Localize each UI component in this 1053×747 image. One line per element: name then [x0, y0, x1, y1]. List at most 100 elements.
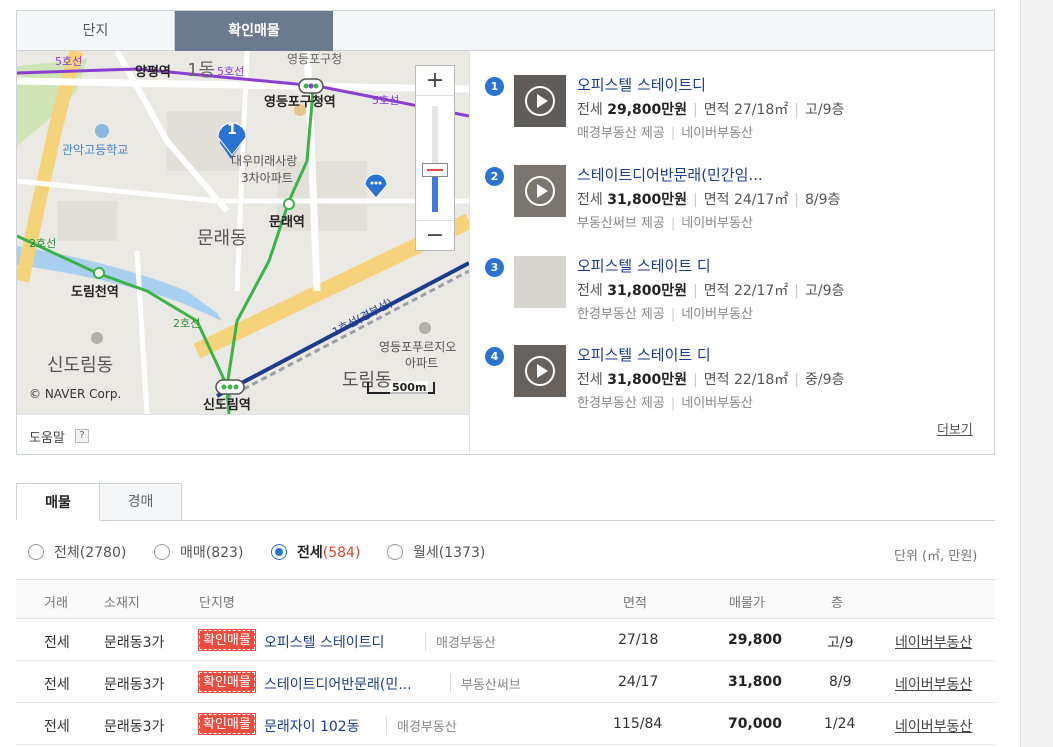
- more-link[interactable]: 더보기: [937, 419, 973, 438]
- listing-price: 31,800만원: [607, 192, 688, 208]
- zoom-track[interactable]: [432, 106, 438, 212]
- cell-complex-name[interactable]: 스테이트디어반문래(민...: [264, 674, 412, 694]
- page-scrollbar[interactable]: [1020, 0, 1053, 747]
- cell-area: 24/17: [618, 674, 659, 690]
- listing-item[interactable]: 3 오피스텔 스테이트 디 전세 31,800만원 | 면적 22/17㎡ | 고/9층…: [485, 256, 985, 336]
- map-help-row: 도움말 ?: [17, 414, 469, 454]
- filter-label-monthly[interactable]: 월세(1373): [413, 542, 485, 562]
- map-label-sindorim-station: 신도림역: [203, 397, 251, 413]
- listing-title[interactable]: 오피스텔 스테이트 디: [577, 255, 711, 276]
- listing-source: 한경부동산 제공 | 네이버부동산: [577, 396, 754, 411]
- listing-title[interactable]: 오피스텔 스테이트 디: [577, 344, 711, 365]
- listing-number-badge: 1: [485, 77, 504, 96]
- listing-number-badge: 3: [485, 258, 504, 277]
- zoom-out-button[interactable]: −: [416, 220, 454, 250]
- cell-price: 31,800: [728, 674, 783, 690]
- listing-floor: 중/9층: [805, 372, 845, 388]
- listing-source: 매경부동산 제공 | 네이버부동산: [577, 126, 754, 141]
- header-deal: 거래: [44, 596, 68, 611]
- cell-platform-link[interactable]: 네이버부동산: [895, 632, 972, 652]
- apartment-map-icon-2: [419, 322, 431, 334]
- listing-deal-type: 전세: [577, 283, 603, 299]
- filter-label-sale[interactable]: 매매(823): [180, 542, 243, 562]
- header-floor: 층: [831, 596, 843, 611]
- cell-platform-link[interactable]: 네이버부동산: [895, 716, 972, 736]
- header-location: 소재지: [104, 596, 140, 611]
- zoom-slider-handle[interactable]: [422, 163, 448, 177]
- table-row[interactable]: 전세 문래동3가 확인매물 오피스텔 스테이트디 매경부동산 27/18 29,…: [16, 620, 995, 661]
- listing-number-badge: 2: [485, 167, 504, 186]
- cell-deal: 전세: [44, 719, 70, 735]
- zoom-in-button[interactable]: +: [416, 66, 454, 96]
- map-view[interactable]: 1 양평역 1동 영등포구청역 영등포구청 관악고등학교 대우미래사랑 3차아파…: [17, 51, 469, 414]
- table-row[interactable]: 전세 문래동3가 확인매물 스테이트디어반문래(민... 부동산써브 24/17…: [16, 662, 995, 703]
- cell-agent: 매경부동산: [386, 716, 457, 735]
- listing-provider: 매경부동산 제공: [577, 126, 665, 141]
- map-label-prugio-line1: 영등포푸르지오: [379, 340, 456, 354]
- radio-monthly[interactable]: [387, 544, 403, 560]
- listing-item[interactable]: 2 스테이트디어반문래(민간임... 전세 31,800만원 | 면적 24/17㎡…: [485, 165, 985, 245]
- help-question-icon[interactable]: ?: [75, 429, 89, 443]
- listing-video-thumbnail[interactable]: [514, 345, 566, 397]
- radio-jeonse[interactable]: [271, 544, 287, 560]
- map-label-gucheong: 영등포구청: [287, 52, 342, 66]
- listing-floor: 고/9층: [805, 102, 845, 118]
- cell-area: 115/84: [613, 716, 663, 732]
- play-icon: [525, 176, 555, 206]
- cell-deal: 전세: [44, 635, 70, 651]
- listing-provider: 부동산써브 제공: [577, 216, 665, 231]
- listing-price: 31,800만원: [607, 283, 688, 299]
- tab-listings[interactable]: 매물: [16, 483, 100, 521]
- map-label-sindorim-dong: 신도림동: [47, 355, 113, 376]
- cell-platform-link[interactable]: 네이버부동산: [895, 674, 972, 694]
- map-label-school: 관악고등학교: [62, 143, 128, 157]
- tab-complex[interactable]: 단지: [17, 11, 175, 51]
- listing-floor: 고/9층: [805, 283, 845, 299]
- radio-sale[interactable]: [154, 544, 170, 560]
- listing-platform: 네이버부동산: [681, 126, 754, 141]
- map-label-line5-b: 5호선: [217, 65, 244, 78]
- map-label-gucheong-station: 영등포구청역: [264, 94, 336, 110]
- map-label-apt-line1: 대우미래사랑: [231, 154, 297, 168]
- listing-deal-type: 전세: [577, 372, 603, 388]
- listing-video-thumbnail[interactable]: [514, 75, 566, 127]
- listing-type-tabs: 매물 경매: [16, 483, 995, 521]
- panel-divider: [469, 51, 470, 454]
- listing-video-thumbnail[interactable]: [514, 165, 566, 217]
- listing-item[interactable]: 4 오피스텔 스테이트 디 전세 31,800만원 | 면적 22/18㎡ | 중/9층…: [485, 345, 985, 425]
- map-canvas[interactable]: 1 양평역 1동 영등포구청역 영등포구청 관악고등학교 대우미래사랑 3차아파…: [17, 51, 469, 414]
- listing-platform: 네이버부동산: [681, 216, 754, 231]
- map-label-mullae-station: 문래역: [269, 214, 305, 230]
- table-row[interactable]: 전세 문래동3가 확인매물 문래자이 102동 매경부동산 115/84 70,…: [16, 704, 995, 745]
- tab-auction[interactable]: 경매: [100, 483, 182, 520]
- listing-title[interactable]: 스테이트디어반문래(민간임...: [577, 164, 763, 185]
- listing-area: 면적 27/18㎡: [703, 102, 789, 118]
- cell-complex-name[interactable]: 문래자이 102동: [264, 716, 360, 736]
- tab-confirmed-listings[interactable]: 확인매물: [175, 11, 333, 51]
- cell-location: 문래동3가: [104, 719, 165, 735]
- listing-number-badge: 4: [485, 347, 504, 366]
- verified-badge: 확인매물: [198, 671, 256, 693]
- map-label-district: 1동: [187, 60, 215, 81]
- cell-price: 70,000: [728, 716, 783, 732]
- listing-source: 한경부동산 제공 | 네이버부동산: [577, 307, 754, 322]
- building-map-icon: [91, 332, 103, 344]
- listing-info: 전세 29,800만원 | 면적 27/18㎡ | 고/9층: [577, 102, 845, 118]
- listing-platform: 네이버부동산: [681, 307, 754, 322]
- listing-price: 31,800만원: [607, 372, 688, 388]
- cell-complex-name[interactable]: 오피스텔 스테이트디: [264, 632, 384, 652]
- listing-provider: 한경부동산 제공: [577, 307, 665, 322]
- verified-badge: 확인매물: [198, 629, 256, 651]
- cell-deal: 전세: [44, 677, 70, 693]
- filter-label-jeonse[interactable]: 전세(584): [297, 542, 360, 562]
- listing-info: 전세 31,800만원 | 면적 22/17㎡ | 고/9층: [577, 283, 845, 299]
- map-help-link[interactable]: 도움말: [29, 427, 65, 446]
- listing-title[interactable]: 오피스텔 스테이트디: [577, 74, 706, 95]
- listing-area: 면적 22/18㎡: [703, 372, 789, 388]
- filter-label-all[interactable]: 전체(2780): [54, 542, 126, 562]
- play-icon: [525, 86, 555, 116]
- listing-photo-thumbnail[interactable]: [514, 256, 566, 308]
- listing-deal-type: 전세: [577, 102, 603, 118]
- radio-all[interactable]: [28, 544, 44, 560]
- listing-item[interactable]: 1 오피스텔 스테이트디 전세 29,800만원 | 면적 27/18㎡ | 고/9층 …: [485, 75, 985, 155]
